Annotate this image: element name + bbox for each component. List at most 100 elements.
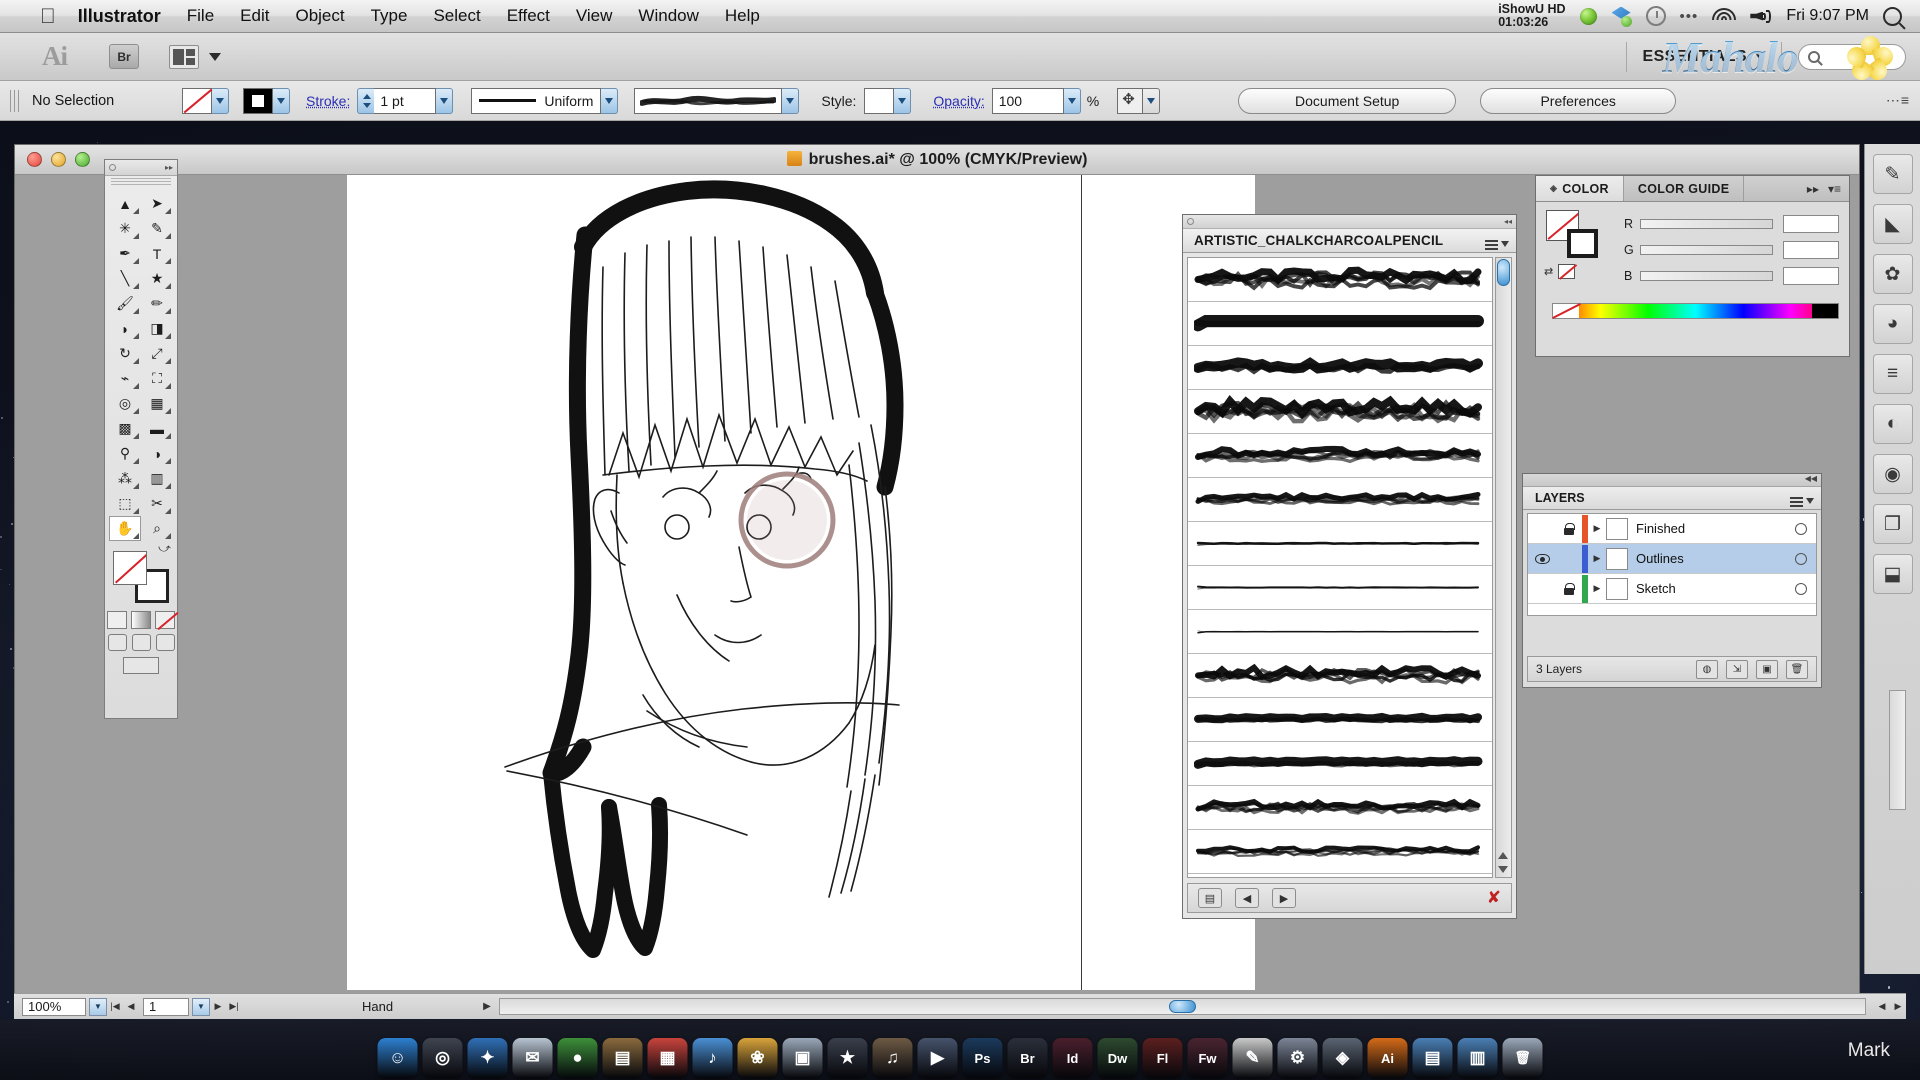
horizontal-scrollbar[interactable] (498, 998, 1866, 1015)
brush-list-item[interactable] (1188, 610, 1492, 654)
graphic-style-control[interactable] (864, 87, 912, 114)
type-tool[interactable]: T (141, 241, 173, 266)
safari-icon[interactable]: ✦ (467, 1038, 508, 1078)
utilities-icon[interactable]: ◈ (1322, 1038, 1363, 1078)
artboard-tool[interactable]: ⬚ (109, 491, 141, 516)
bridge-icon[interactable]: Br (1007, 1038, 1048, 1078)
layer-expand-icon[interactable]: ▶ (1588, 583, 1606, 594)
menu-item-select[interactable]: Select (433, 6, 480, 26)
dropbox-icon[interactable] (1611, 6, 1632, 27)
control-bar-grip[interactable] (10, 89, 20, 112)
previous-brush-library-icon[interactable]: ◀ (1235, 888, 1259, 908)
brushes-vertical-scrollbar[interactable] (1495, 257, 1512, 878)
layer-lock-toggle[interactable] (1556, 522, 1582, 535)
menu-item-effect[interactable]: Effect (507, 6, 550, 26)
layer-name[interactable]: Sketch (1636, 581, 1786, 596)
fill-indicator[interactable] (113, 551, 147, 585)
finder-icon[interactable]: ☺ (377, 1038, 418, 1078)
transform-chevron-down-icon[interactable] (1143, 87, 1161, 114)
layer-name[interactable]: Finished (1636, 521, 1786, 536)
eraser-tool[interactable]: ◨ (141, 316, 173, 341)
previous-page-icon[interactable]: ◀ (123, 998, 139, 1016)
brush-list-item[interactable] (1188, 874, 1492, 877)
layer-row[interactable]: ▶ Sketch (1528, 574, 1816, 604)
gradient-mode-icon[interactable] (131, 611, 151, 629)
brushes-panel-tab[interactable]: ARTISTIC_CHALKCHARCOALPENCIL (1183, 229, 1516, 253)
wifi-icon[interactable] (1712, 7, 1737, 25)
color-fill-stroke-indicator[interactable] (1546, 210, 1598, 258)
none-color-swatch[interactable] (1558, 264, 1576, 279)
menu-item-object[interactable]: Object (295, 6, 344, 26)
menu-item-window[interactable]: Window (638, 6, 698, 26)
scale-tool[interactable]: ⤢ (141, 341, 173, 366)
draw-inside-icon[interactable] (155, 634, 175, 651)
layer-row[interactable]: ▶ Outlines (1528, 544, 1816, 574)
swap-fill-stroke-icon[interactable]: ⤻ (158, 541, 171, 556)
color-swatch-mode-icon[interactable] (107, 611, 127, 629)
vertical-scrollbar[interactable] (1889, 690, 1906, 810)
column-graph-tool[interactable]: ▥ (141, 466, 173, 491)
color-panel-tab-color-guide[interactable]: COLOR GUIDE (1624, 176, 1745, 201)
stroke-profile-control[interactable]: Uniform (471, 87, 619, 114)
address-book-icon[interactable]: ▤ (602, 1038, 643, 1078)
layers-panel-tab[interactable]: LAYERS (1523, 487, 1821, 510)
control-bar-panel-menu-icon[interactable]: ⋯≡ (1886, 92, 1910, 109)
menu-bar-clock[interactable]: Fri 9:07 PM (1786, 7, 1869, 25)
brush-list-item[interactable] (1188, 830, 1492, 874)
transparency-dock-icon[interactable]: ◐ (1872, 404, 1913, 444)
brushes-close-icon[interactable] (1187, 218, 1194, 225)
draw-normal-icon[interactable] (107, 634, 127, 651)
delete-selection-icon[interactable]: 🗑 (1786, 659, 1808, 679)
preview-icon[interactable]: ▣ (782, 1038, 823, 1078)
direct-selection-tool[interactable]: ➤ (141, 191, 173, 216)
brush-libraries-menu-icon[interactable]: ▤ (1198, 888, 1222, 908)
rotate-tool[interactable]: ↻ (109, 341, 141, 366)
ichat-icon[interactable]: ● (557, 1038, 598, 1078)
stroke-weight-stepper[interactable] (357, 87, 375, 114)
fill-color-control[interactable] (182, 87, 229, 114)
quicktime-icon[interactable]: ▶ (917, 1038, 958, 1078)
fill-swatch-none[interactable] (182, 87, 212, 114)
layers-panel-titlebar[interactable] (1523, 474, 1821, 487)
pen-tool[interactable]: ✒ (109, 241, 141, 266)
brush-list-item[interactable] (1188, 302, 1492, 346)
brush-list-item[interactable] (1188, 258, 1492, 302)
brush-list-item[interactable] (1188, 742, 1492, 786)
scroll-down-icon[interactable] (1498, 866, 1508, 873)
scroll-left-icon[interactable]: ◀ (1874, 998, 1890, 1016)
stroke-weight-label[interactable]: Stroke: (306, 93, 350, 109)
none-color-row[interactable]: ⇄ (1544, 264, 1576, 279)
stroke-swatch-black[interactable] (243, 87, 273, 114)
workspace-selector[interactable]: ESSENTIALS (1643, 48, 1765, 66)
slider-value-input[interactable] (1783, 267, 1839, 285)
layer-visibility-toggle[interactable] (1528, 553, 1556, 564)
hand-tool[interactable]: ✋ (109, 516, 141, 541)
fill-stroke-indicator[interactable]: ⤻ (111, 541, 171, 605)
delete-brush-icon[interactable]: ✘ (1487, 888, 1501, 908)
color-slider-r[interactable]: R (1624, 211, 1839, 237)
photoshop-icon[interactable]: Ps (962, 1038, 1003, 1078)
color-panel-menu-icon[interactable]: ▾≡ (1828, 182, 1841, 196)
brush-list-item[interactable] (1188, 390, 1492, 434)
gradient-tool[interactable]: ▬ (141, 416, 173, 441)
tools-grip[interactable] (111, 178, 171, 187)
artboards-dock-icon[interactable]: ⬓ (1872, 554, 1913, 594)
brush-definition-preview[interactable] (634, 87, 783, 114)
graphic-style-swatch[interactable] (864, 87, 895, 114)
arrange-documents-icon[interactable] (169, 44, 199, 69)
star-tool[interactable]: ★ (141, 266, 173, 291)
launch-bridge-button[interactable]: Br (109, 44, 139, 69)
flash-icon[interactable]: Fl (1142, 1038, 1183, 1078)
opacity-input[interactable]: 100 (991, 87, 1064, 114)
lasso-tool[interactable]: ✎ (141, 216, 173, 241)
paintbrush-tool[interactable]: 🖌 (109, 291, 141, 316)
zoom-level-input[interactable]: 100% (22, 997, 86, 1016)
perspective-grid-tool[interactable]: ▦ (141, 391, 173, 416)
shape-builder-tool[interactable]: ◎ (109, 391, 141, 416)
tools-palette-header[interactable]: ▸▸ (105, 160, 177, 176)
dreamweaver-icon[interactable]: Dw (1097, 1038, 1138, 1078)
dashboard-icon[interactable]: ◎ (422, 1038, 463, 1078)
width-tool[interactable]: ⌁ (109, 366, 141, 391)
brush-list-item[interactable] (1188, 434, 1492, 478)
fireworks-icon[interactable]: Fw (1187, 1038, 1228, 1078)
